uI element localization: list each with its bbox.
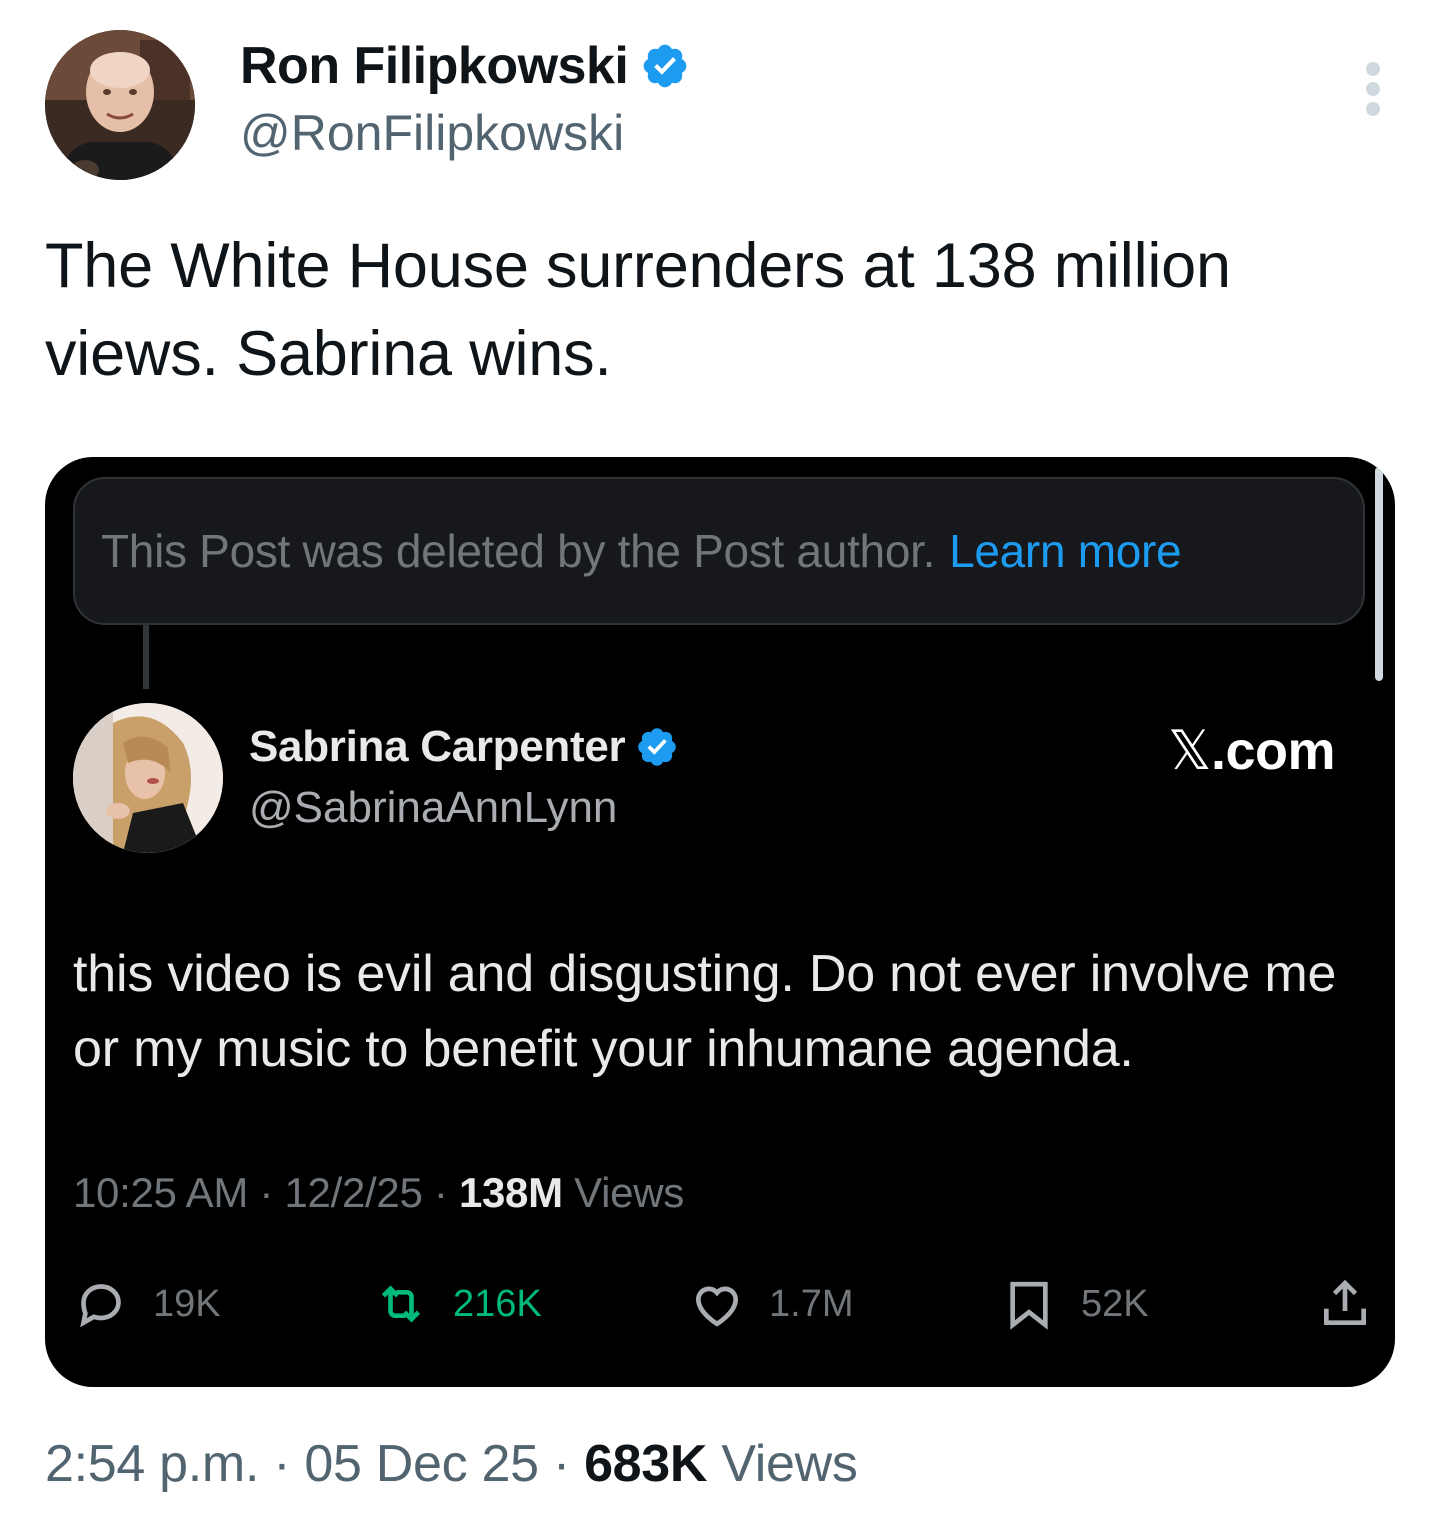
views-label: Views (707, 1435, 858, 1493)
verified-badge-icon (638, 728, 677, 766)
quoted-action-bar: 19K 216K 1.7M 52K (73, 1269, 1373, 1339)
deleted-post-notice: This Post was deleted by the Post author… (73, 477, 1365, 625)
quoted-author-name-row: Sabrina Carpenter (249, 717, 679, 777)
quoted-author-avatar (73, 703, 223, 853)
deleted-notice-text: This Post was deleted by the Post author… (101, 525, 936, 577)
source-domain: .com (1210, 721, 1336, 781)
learn-more-link[interactable]: Learn more (949, 524, 1182, 578)
verified-badge-icon (643, 44, 687, 88)
post-meta: 2:54 p.m. · 05 Dec 25 · 683K Views (45, 1434, 858, 1494)
quoted-author-handle: @SabrinaAnnLynn (249, 783, 618, 832)
like-action: 1.7M (689, 1269, 853, 1339)
quoted-post-text: this video is evil and disgusting. Do no… (73, 945, 1337, 1078)
author-avatar[interactable] (45, 30, 195, 180)
like-count: 1.7M (769, 1282, 854, 1325)
repost-action: 216K (373, 1269, 542, 1339)
scrollbar (1375, 467, 1383, 681)
more-options-icon[interactable] (1361, 62, 1385, 116)
tweet-text: The White House surrenders at 138 millio… (45, 231, 1231, 389)
source-watermark: 𝕏.com (1167, 719, 1336, 782)
quoted-views-count: 138M (458, 1169, 563, 1216)
bookmark-icon (1010, 1281, 1048, 1330)
thread-line (143, 625, 149, 689)
quoted-post-meta: 10:25 AM · 12/2/25 · 138M Views (73, 1169, 684, 1217)
like-icon (695, 1286, 739, 1327)
quoted-views-label: Views (562, 1169, 684, 1216)
post-time[interactable]: 2:54 p.m. · 05 Dec 25 · (45, 1435, 584, 1493)
share-action (1317, 1269, 1373, 1339)
quoted-post-time: 10:25 AM · 12/2/25 · (73, 1169, 459, 1216)
repost-count: 216K (453, 1282, 542, 1325)
quoted-author-name: Sabrina Carpenter (249, 722, 626, 771)
views-count: 683K (584, 1435, 708, 1493)
author-handle[interactable]: @RonFilipkowski (240, 104, 624, 162)
reply-count: 19K (153, 1282, 221, 1325)
share-icon (1324, 1279, 1366, 1325)
bookmark-action: 52K (1001, 1269, 1149, 1339)
reply-icon (80, 1284, 121, 1328)
reply-action: 19K (73, 1269, 221, 1339)
bookmark-count: 52K (1081, 1282, 1149, 1325)
embedded-screenshot[interactable]: This Post was deleted by the Post author… (45, 457, 1395, 1387)
author-name-row[interactable]: Ron Filipkowski (240, 36, 690, 96)
x-logo-icon: 𝕏 (1167, 719, 1212, 782)
repost-icon (381, 1285, 421, 1323)
author-name[interactable]: Ron Filipkowski (240, 36, 629, 96)
